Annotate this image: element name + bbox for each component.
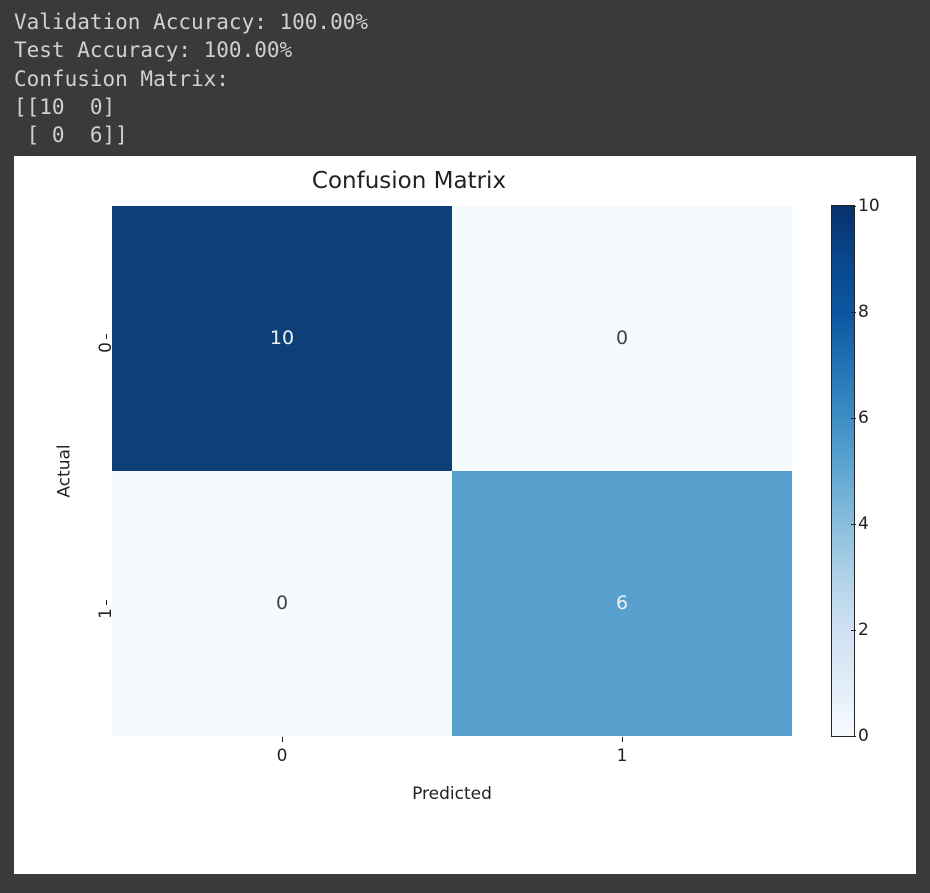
console-output: Validation Accuracy: 100.00% Test Accura… (0, 0, 930, 156)
cell-actual1-pred1: 6 (452, 471, 792, 736)
colorbar-tick-0: 0 (858, 726, 869, 746)
y-axis-label: Actual (55, 444, 75, 497)
heatmap-grid: 10 0 0 6 (112, 206, 792, 736)
x-axis-label: Predicted (112, 784, 792, 804)
y-tick-0: 0 (96, 342, 116, 366)
cell-actual1-pred0: 0 (112, 471, 452, 736)
y-tick-1: 1 (96, 608, 116, 632)
console-line: [[10 0] (14, 95, 115, 119)
console-line: Confusion Matrix: (14, 67, 229, 91)
cell-actual0-pred0: 10 (112, 206, 452, 471)
colorbar (832, 206, 854, 736)
console-line: [ 0 6]] (14, 123, 128, 147)
x-tick-0: 0 (272, 746, 292, 766)
console-line: Test Accuracy: 100.00% (14, 38, 292, 62)
chart-title: Confusion Matrix (14, 168, 804, 194)
colorbar-tick-10: 10 (858, 196, 880, 216)
console-line: Validation Accuracy: 100.00% (14, 10, 368, 34)
confusion-matrix-figure: Confusion Matrix 10 0 0 6 0 1 0 1 Actual… (14, 156, 916, 874)
colorbar-tick-6: 6 (858, 408, 869, 428)
colorbar-tick-8: 8 (858, 302, 869, 322)
cell-actual0-pred1: 0 (452, 206, 792, 471)
colorbar-tick-4: 4 (858, 514, 869, 534)
x-tick-1: 1 (612, 746, 632, 766)
colorbar-tick-2: 2 (858, 620, 869, 640)
